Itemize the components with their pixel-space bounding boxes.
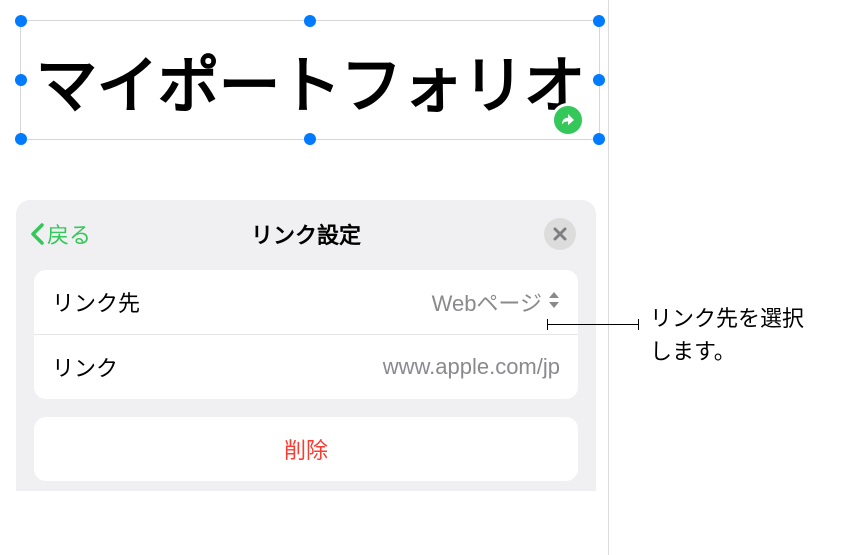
link-to-label: リンク先: [52, 286, 140, 318]
delete-group: 削除: [34, 417, 578, 481]
resize-handle-middle-right[interactable]: [593, 74, 605, 86]
resize-handle-middle-left[interactable]: [15, 74, 27, 86]
resize-handle-bottom-center[interactable]: [304, 133, 316, 145]
resize-handle-bottom-left[interactable]: [15, 133, 27, 145]
callout-text: リンク先を選択 します。: [650, 302, 804, 368]
link-to-row[interactable]: リンク先 Webページ: [34, 270, 578, 334]
panel-divider: [608, 0, 609, 555]
back-label: 戻る: [47, 218, 91, 250]
link-settings-popover: 戻る リンク設定 リンク先 Webページ リンク www.apple.com/j…: [16, 200, 596, 491]
popover-header: 戻る リンク設定: [16, 200, 596, 264]
link-url-value: www.apple.com/jp: [383, 354, 560, 380]
callout-line2: します。: [650, 339, 736, 364]
link-to-value: Webページ: [432, 286, 542, 318]
up-down-chevron-icon: [548, 289, 560, 315]
link-url-label: リンク: [52, 351, 118, 383]
delete-button[interactable]: 削除: [34, 417, 578, 481]
callout-tick: [638, 319, 639, 330]
resize-handle-top-right[interactable]: [593, 15, 605, 27]
selected-text-box[interactable]: マイポートフォリオ: [20, 20, 600, 140]
link-url-row[interactable]: リンク www.apple.com/jp: [34, 334, 578, 399]
link-indicator-icon: [551, 103, 585, 137]
link-form: リンク先 Webページ リンク www.apple.com/jp: [34, 270, 578, 399]
resize-handle-top-left[interactable]: [15, 15, 27, 27]
close-icon: [553, 227, 567, 241]
chevron-left-icon: [30, 222, 46, 246]
back-button[interactable]: 戻る: [30, 218, 91, 250]
resize-handle-top-center[interactable]: [304, 15, 316, 27]
popover-title: リンク設定: [251, 218, 361, 250]
resize-handle-bottom-right[interactable]: [593, 133, 605, 145]
text-box-content: マイポートフォリオ: [35, 35, 584, 125]
callout-connector-line: [547, 324, 639, 325]
close-button[interactable]: [544, 218, 576, 250]
callout-line1: リンク先を選択: [650, 306, 804, 331]
